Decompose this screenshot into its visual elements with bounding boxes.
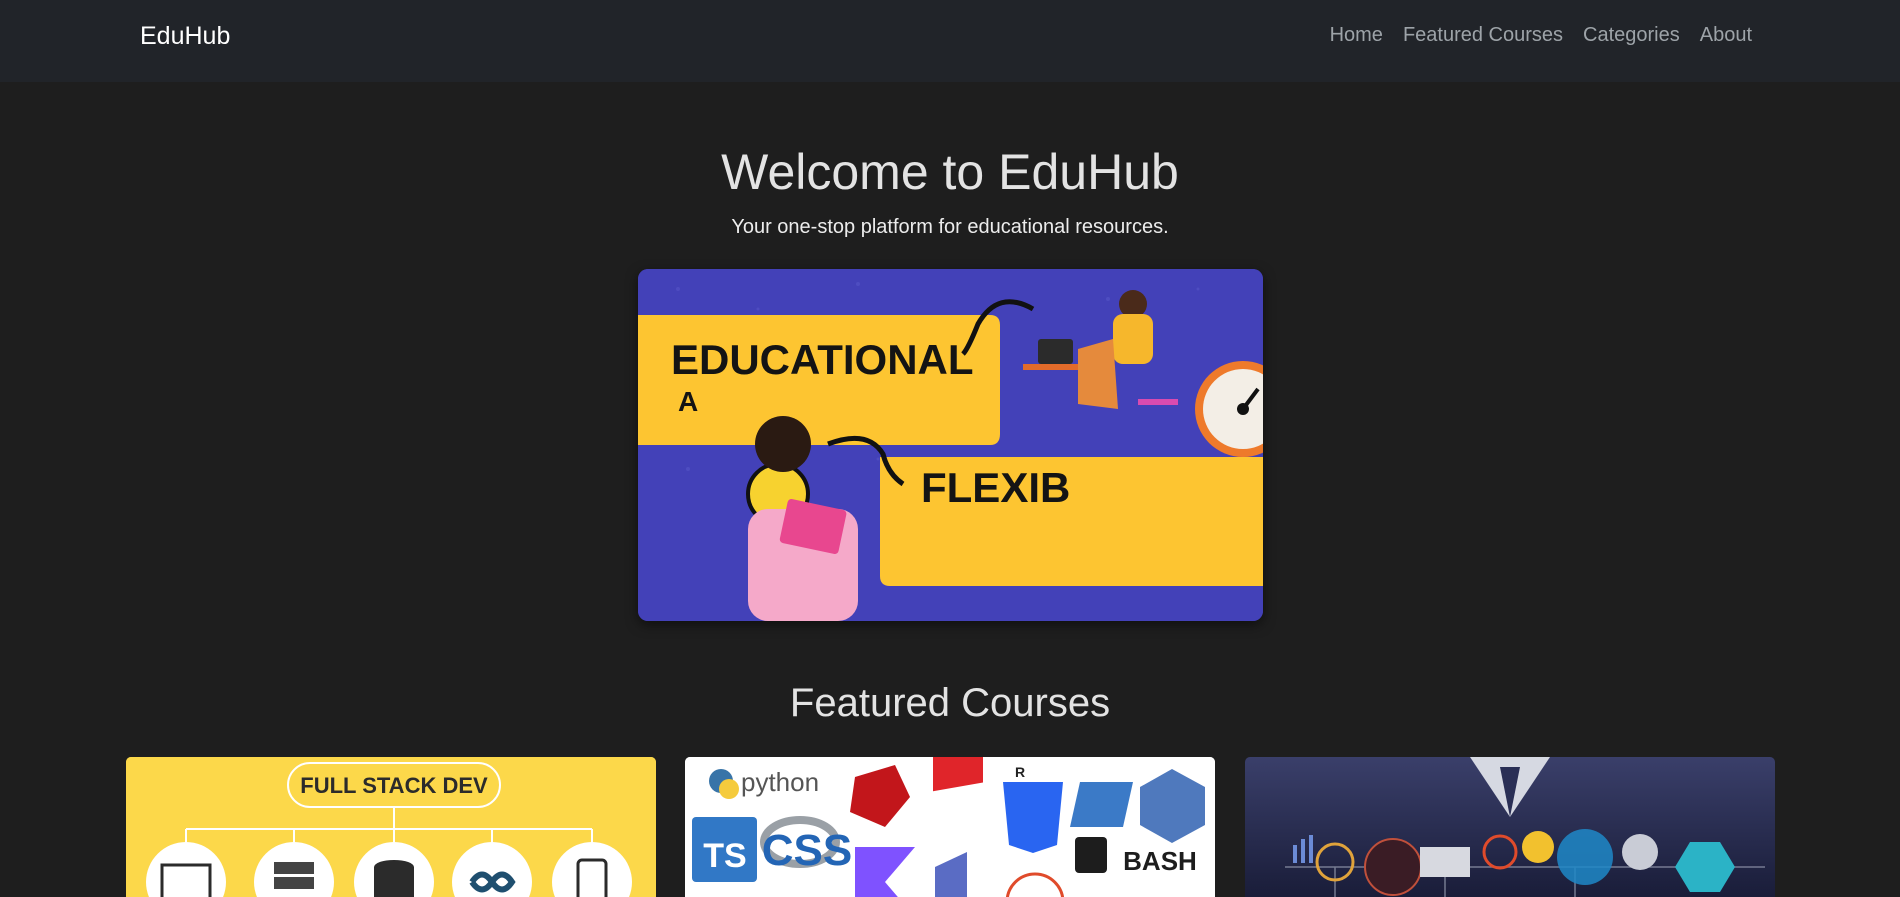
r-logo-text: CSS <box>762 826 852 875</box>
course-card-full-stack-dev[interactable]: FULL STACK DEV <box>126 757 656 897</box>
hero-banner-image: EDUCATIONAL A FLEXIB <box>638 269 1263 621</box>
course-card-business-image <box>1245 757 1775 897</box>
bash-logo-text: BASH <box>1123 846 1197 876</box>
hero-title: Welcome to EduHub <box>721 144 1179 200</box>
brand-logo[interactable]: EduHub <box>140 22 230 51</box>
nav-link-about[interactable]: About <box>1700 24 1752 47</box>
nav-link-featured-courses[interactable]: Featured Courses <box>1403 24 1563 47</box>
python-logo-text: python <box>741 767 819 797</box>
course-card-business-tech[interactable] <box>1245 757 1775 897</box>
course-card-languages-image: python R TS CSS BASH <box>685 757 1215 897</box>
course-card-full-stack-image: FULL STACK DEV <box>126 757 656 897</box>
featured-courses-title: Featured Courses <box>789 681 1111 725</box>
course-card-programming-languages[interactable]: python R TS CSS BASH <box>685 757 1215 897</box>
navbar: EduHub Home Featured Courses Categories … <box>0 0 1900 82</box>
ts-logo-text: TS <box>703 837 746 875</box>
css-logo-text: R <box>1015 764 1025 780</box>
nav-links: Home Featured Courses Categories About <box>1330 24 1752 47</box>
banner-illustration: EDUCATIONAL A FLEXIB <box>638 269 1263 621</box>
banner-text-1: EDUCATIONAL <box>671 336 974 383</box>
banner-text-3: FLEXIB <box>921 464 1070 511</box>
hero-subtitle: Your one-stop platform for educational r… <box>731 216 1169 238</box>
nav-link-categories[interactable]: Categories <box>1583 24 1680 47</box>
banner-text-2: A <box>678 386 698 417</box>
course-card-full-stack-label: FULL STACK DEV <box>300 773 488 798</box>
nav-link-home[interactable]: Home <box>1330 24 1383 47</box>
